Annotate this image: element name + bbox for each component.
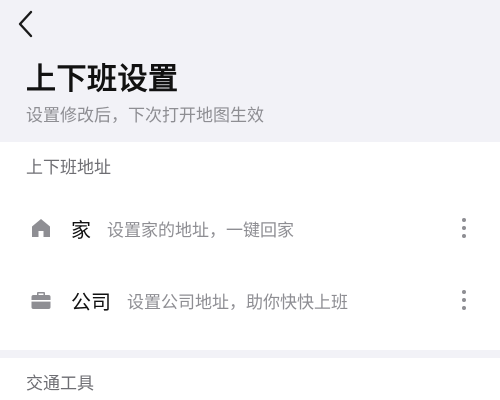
home-address-row[interactable]: 家 设置家的地址，一键回家	[0, 200, 500, 256]
page-subtitle: 设置修改后，下次打开地图生效	[26, 106, 264, 126]
back-arrow-icon	[18, 10, 33, 38]
transport-section: 交通工具	[0, 358, 500, 400]
company-description: 设置公司地址，助你快快上班	[127, 292, 348, 313]
top-bar	[0, 0, 500, 50]
company-more-icon[interactable]	[456, 288, 472, 312]
home-icon	[29, 216, 53, 240]
home-more-icon[interactable]	[456, 216, 472, 240]
page-title: 上下班设置	[26, 62, 179, 97]
home-label: 家	[71, 217, 91, 242]
company-address-row[interactable]: 公司 设置公司地址，助你快快上班	[0, 272, 500, 328]
company-label: 公司	[71, 289, 111, 314]
home-description: 设置家的地址，一键回家	[107, 220, 294, 241]
address-section-title: 上下班地址	[26, 158, 111, 178]
commute-settings-page: 上下班设置 设置修改后，下次打开地图生效 上下班地址 家 设置家的地址，一键回家…	[0, 0, 500, 400]
transport-section-title: 交通工具	[26, 374, 94, 394]
page-header: 上下班设置 设置修改后，下次打开地图生效	[0, 60, 500, 128]
back-button[interactable]	[6, 4, 46, 44]
briefcase-icon	[29, 288, 53, 312]
